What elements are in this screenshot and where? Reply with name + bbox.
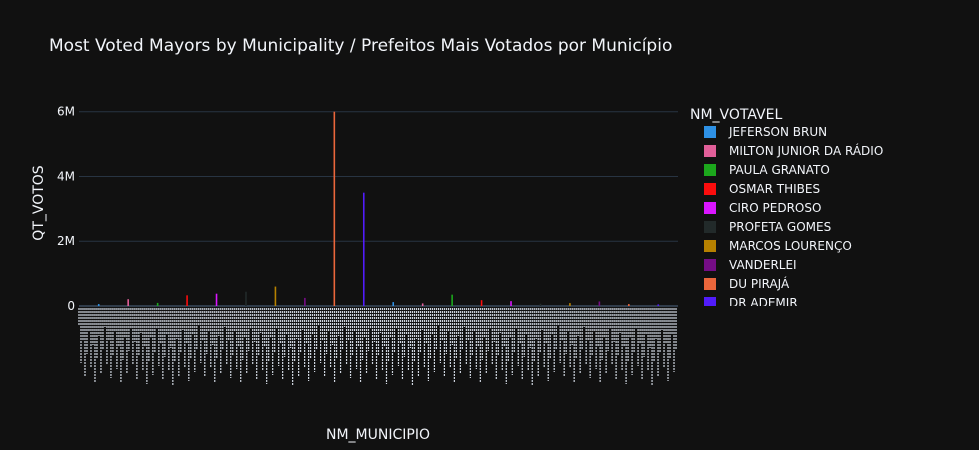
bar[interactable] — [539, 303, 542, 306]
y-tick-label: 2M — [57, 234, 75, 248]
x-axis-title: NM_MUNICIPIO — [326, 427, 430, 443]
legend-label: DU PIRAJÁ — [729, 276, 790, 291]
bar[interactable] — [274, 286, 277, 306]
legend-swatch — [704, 145, 716, 157]
bar[interactable] — [510, 301, 512, 306]
bar[interactable] — [421, 303, 424, 306]
legend-item[interactable]: DR ADEMIR — [704, 296, 798, 310]
bar[interactable] — [392, 302, 395, 306]
legend[interactable]: JEFERSON BRUN MILTON JUNIOR DA RÁDIO PAULA… — [704, 125, 883, 310]
legend-swatch — [704, 126, 716, 138]
legend-swatch — [704, 183, 716, 195]
bar[interactable] — [97, 304, 100, 306]
bar[interactable] — [362, 192, 365, 306]
legend-label: CIRO PEDROSO — [729, 201, 821, 215]
legend-swatch — [704, 297, 716, 306]
legend-label: OSMAR THIBES — [729, 182, 820, 196]
legend-swatch — [704, 164, 716, 176]
legend-item[interactable]: JEFERSON BRUN — [704, 125, 827, 139]
bar[interactable] — [569, 303, 571, 306]
y-tick-label: 4M — [57, 169, 75, 183]
legend-item[interactable]: PAULA GRANATO — [704, 163, 830, 177]
bar[interactable] — [304, 297, 306, 306]
legend-item[interactable]: OSMAR THIBES — [704, 182, 820, 196]
legend-swatch — [704, 259, 716, 271]
x-axis-ticks — [78, 308, 677, 385]
bar[interactable] — [480, 300, 483, 306]
chart-title: Most Voted Mayors by Municipality / Pref… — [49, 36, 672, 56]
gridlines — [79, 111, 678, 307]
legend-label: PAULA GRANATO — [729, 163, 830, 177]
legend-title: NM_VOTAVEL — [690, 107, 782, 123]
bar[interactable] — [127, 299, 129, 306]
bar[interactable] — [598, 301, 601, 306]
bar[interactable] — [245, 291, 247, 306]
legend-item[interactable]: MILTON JUNIOR DA RÁDIO — [704, 143, 883, 158]
legend-swatch — [704, 278, 716, 290]
legend-label: PROFETA GOMES — [729, 220, 831, 234]
legend-swatch — [704, 202, 716, 214]
bar[interactable] — [657, 304, 660, 306]
legend-item[interactable]: VANDERLEI — [704, 258, 797, 272]
chart: Most Voted Mayors by Municipality / Pref… — [31, 36, 883, 443]
legend-item[interactable]: DU PIRAJÁ — [704, 276, 790, 291]
bar[interactable] — [156, 302, 159, 306]
legend-swatch — [704, 240, 716, 252]
legend-label: MILTON JUNIOR DA RÁDIO — [729, 143, 883, 158]
legend-swatch — [704, 221, 716, 233]
legend-item[interactable]: CIRO PEDROSO — [704, 201, 821, 215]
bar[interactable] — [186, 295, 188, 306]
bar[interactable] — [215, 293, 218, 306]
legend-label: DR ADEMIR — [729, 296, 798, 310]
y-tick-label: 6M — [57, 105, 75, 119]
legend-item[interactable]: MARCOS LOURENÇO — [704, 239, 852, 253]
bar[interactable] — [333, 111, 336, 306]
legend-label: MARCOS LOURENÇO — [729, 239, 852, 253]
y-tick-label: 0 — [67, 299, 75, 313]
x-tick-label-band — [78, 308, 677, 385]
y-axis-title: QT_VOTOS — [31, 165, 47, 240]
legend-item[interactable]: PROFETA GOMES — [704, 220, 831, 234]
y-axis-ticks: 0 2M 4M 6M — [57, 105, 75, 313]
legend-label: VANDERLEI — [729, 258, 797, 272]
bar[interactable] — [628, 304, 630, 306]
bars[interactable] — [97, 111, 660, 306]
bar[interactable] — [451, 294, 453, 306]
legend-label: JEFERSON BRUN — [728, 125, 827, 139]
